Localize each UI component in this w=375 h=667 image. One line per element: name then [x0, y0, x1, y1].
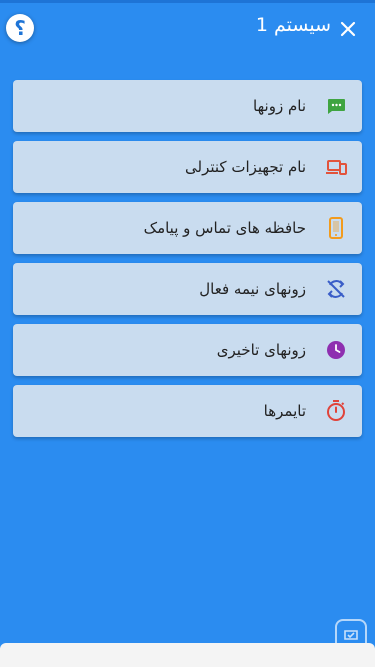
message-icon	[328, 99, 345, 114]
close-icon[interactable]	[339, 20, 357, 38]
app-header: ؟ سیستم 1	[0, 0, 375, 60]
menu-item-label: زونهای نیمه فعال	[199, 280, 306, 298]
menu-item-label: نام زونها	[253, 97, 306, 115]
menu-item-timers[interactable]: تایمرها	[13, 385, 362, 437]
menu-item-semi-active-zones[interactable]: زونهای نیمه فعال	[13, 263, 362, 315]
page-title: سیستم 1	[255, 14, 331, 36]
menu-item-label: تایمرها	[263, 402, 306, 420]
bottom-bar	[0, 643, 375, 667]
settings-list: نام زونها نام تجهیزات کنترلی حافظه های ت…	[13, 80, 362, 446]
menu-item-control-devices[interactable]: نام تجهیزات کنترلی	[13, 141, 362, 193]
menu-item-label: حافظه های تماس و پیامک	[143, 219, 306, 237]
menu-item-label: نام تجهیزات کنترلی	[185, 158, 306, 176]
phone-icon	[329, 217, 343, 239]
menu-item-call-sms-memory[interactable]: حافظه های تماس و پیامک	[13, 202, 362, 254]
clock-icon	[327, 341, 345, 359]
help-icon: ؟	[14, 16, 26, 40]
menu-item-zone-names[interactable]: نام زونها	[13, 80, 362, 132]
menu-item-label: زونهای تاخیری	[216, 341, 306, 359]
stopwatch-icon	[327, 400, 345, 421]
sync-disabled-icon	[327, 280, 345, 298]
menu-item-delay-zones[interactable]: زونهای تاخیری	[13, 324, 362, 376]
devices-icon	[326, 160, 347, 175]
help-button[interactable]: ؟	[6, 14, 34, 42]
